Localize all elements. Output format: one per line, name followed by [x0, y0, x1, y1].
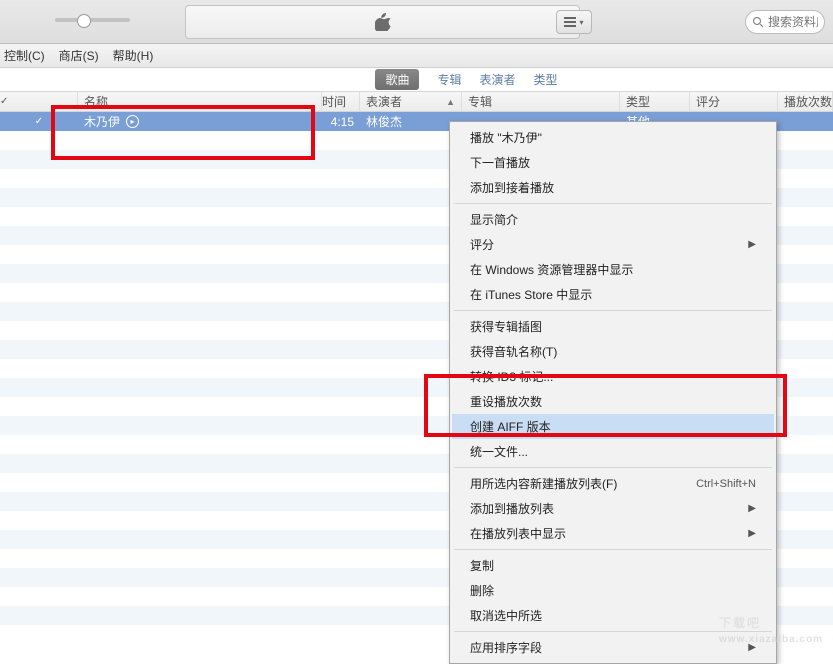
ctx-add-playlist-label: 添加到播放列表: [470, 500, 554, 517]
col-header-time[interactable]: 时间: [322, 92, 360, 111]
col-header-genre[interactable]: 类型: [620, 92, 690, 111]
ctx-get-artwork[interactable]: 获得专辑插图: [452, 314, 774, 339]
ctx-get-info[interactable]: 显示简介: [452, 207, 774, 232]
view-tabs: 歌曲 专辑 表演者 类型: [0, 68, 833, 92]
play-arrow-icon[interactable]: ▸: [126, 115, 139, 128]
ctx-uncheck[interactable]: 取消选中所选: [452, 603, 774, 628]
col-header-rating[interactable]: 评分: [690, 92, 778, 111]
context-menu: 播放 "木乃伊" 下一首播放 添加到接着播放 显示简介 评分 ▶ 在 Window…: [449, 121, 777, 664]
menu-control[interactable]: 控制(C): [4, 47, 45, 64]
ctx-copy[interactable]: 复制: [452, 553, 774, 578]
ctx-reset-plays[interactable]: 重设播放次数: [452, 389, 774, 414]
ctx-new-playlist-shortcut: Ctrl+Shift+N: [696, 478, 756, 490]
col-header-album[interactable]: 专辑: [462, 92, 620, 111]
tab-songs[interactable]: 歌曲: [375, 69, 419, 90]
tab-artists[interactable]: 表演者: [480, 71, 516, 88]
ctx-new-playlist-label: 用所选内容新建播放列表(F): [470, 475, 617, 492]
track-artist: 林俊杰: [360, 113, 462, 130]
ctx-play-next[interactable]: 下一首播放: [452, 150, 774, 175]
search-icon: [752, 16, 764, 28]
ctx-rating[interactable]: 评分 ▶: [452, 232, 774, 257]
ctx-sort-field[interactable]: 应用排序字段 ▶: [452, 635, 774, 660]
search-input[interactable]: [768, 15, 818, 29]
col-header-check[interactable]: ✓: [0, 92, 78, 111]
menu-store[interactable]: 商店(S): [59, 47, 99, 64]
col-header-plays[interactable]: 播放次数: [778, 92, 833, 111]
player-toolbar: ▾: [0, 0, 833, 44]
ctx-sep: [454, 631, 772, 632]
ctx-get-track-names[interactable]: 获得音轨名称(T): [452, 339, 774, 364]
ctx-sep: [454, 467, 772, 468]
submenu-arrow-icon: ▶: [748, 239, 756, 250]
volume-slider[interactable]: [55, 18, 130, 22]
menu-help[interactable]: 帮助(H): [113, 47, 154, 64]
ctx-show-playlist-label: 在播放列表中显示: [470, 525, 566, 542]
ctx-show-explorer[interactable]: 在 Windows 资源管理器中显示: [452, 257, 774, 282]
ctx-convert-id3[interactable]: 转换 ID3 标记...: [452, 364, 774, 389]
now-playing-display: [185, 5, 580, 39]
track-time: 4:15: [322, 115, 360, 129]
ctx-create-aiff[interactable]: 创建 AIFF 版本: [452, 414, 774, 439]
ctx-consolidate[interactable]: 统一文件...: [452, 439, 774, 464]
dropdown-arrow-icon: ▾: [579, 18, 583, 27]
ctx-play[interactable]: 播放 "木乃伊": [452, 125, 774, 150]
track-checkbox[interactable]: ✓: [35, 116, 43, 127]
search-field[interactable]: [745, 10, 825, 34]
ctx-new-playlist[interactable]: 用所选内容新建播放列表(F) Ctrl+Shift+N: [452, 471, 774, 496]
ctx-sort-field-label: 应用排序字段: [470, 639, 542, 656]
tab-genres[interactable]: 类型: [534, 71, 558, 88]
submenu-arrow-icon: ▶: [748, 642, 756, 653]
ctx-sep: [454, 203, 772, 204]
sort-asc-icon: ▲: [446, 97, 455, 107]
apple-logo-icon: [375, 13, 391, 31]
ctx-sep: [454, 549, 772, 550]
ctx-show-store[interactable]: 在 iTunes Store 中显示: [452, 282, 774, 307]
ctx-show-playlist[interactable]: 在播放列表中显示 ▶: [452, 521, 774, 546]
menu-bar: 控制(C) 商店(S) 帮助(H): [0, 44, 833, 68]
col-header-artist-label: 表演者: [366, 93, 402, 110]
view-mode-button[interactable]: ▾: [556, 10, 592, 34]
column-headers: ✓ 名称 时间 表演者 ▲ 专辑 类型 评分 播放次数: [0, 92, 833, 112]
col-header-artist[interactable]: 表演者 ▲: [360, 92, 462, 111]
col-header-name[interactable]: 名称: [78, 92, 322, 111]
ctx-rating-label: 评分: [470, 236, 494, 253]
ctx-add-up-next[interactable]: 添加到接着播放: [452, 175, 774, 200]
submenu-arrow-icon: ▶: [748, 528, 756, 539]
ctx-delete[interactable]: 删除: [452, 578, 774, 603]
ctx-sep: [454, 310, 772, 311]
ctx-add-playlist[interactable]: 添加到播放列表 ▶: [452, 496, 774, 521]
tab-albums[interactable]: 专辑: [437, 71, 461, 88]
submenu-arrow-icon: ▶: [748, 503, 756, 514]
track-name: 木乃伊: [84, 113, 120, 130]
